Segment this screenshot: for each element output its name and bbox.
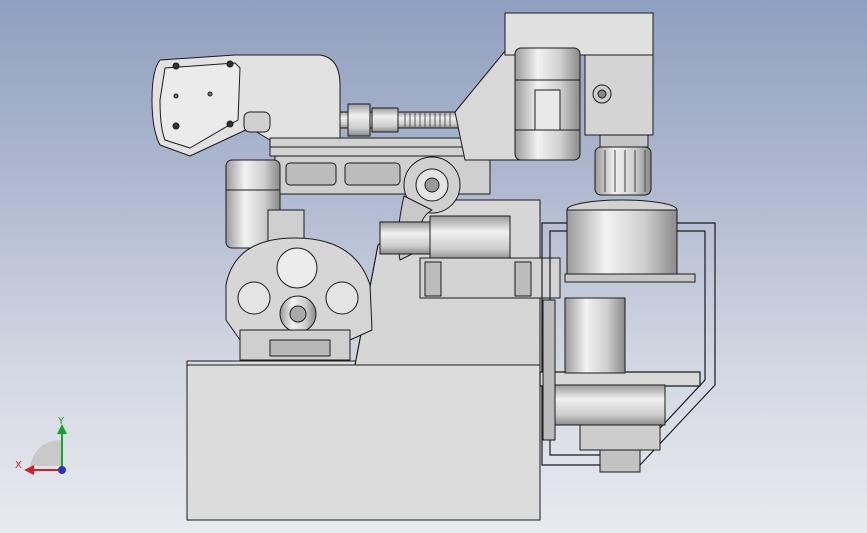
cad-viewport[interactable]: Y X bbox=[0, 0, 867, 533]
x-axis-arrowhead bbox=[24, 465, 34, 475]
x-axis-label: X bbox=[15, 460, 22, 471]
spindle-coupling bbox=[594, 146, 652, 196]
y-axis-label: Y bbox=[57, 416, 65, 427]
z-axis-dot bbox=[58, 466, 66, 474]
gear-motor bbox=[542, 297, 666, 473]
machine-assembly-drawing: Y X bbox=[15, 12, 716, 521]
base-cabinet bbox=[186, 360, 541, 521]
bottom-clamp bbox=[239, 329, 351, 361]
axis-triad: Y X bbox=[15, 416, 67, 475]
central-cylinder bbox=[564, 199, 696, 283]
wheel-disc bbox=[225, 237, 373, 341]
diagonal-bracket bbox=[454, 44, 521, 161]
